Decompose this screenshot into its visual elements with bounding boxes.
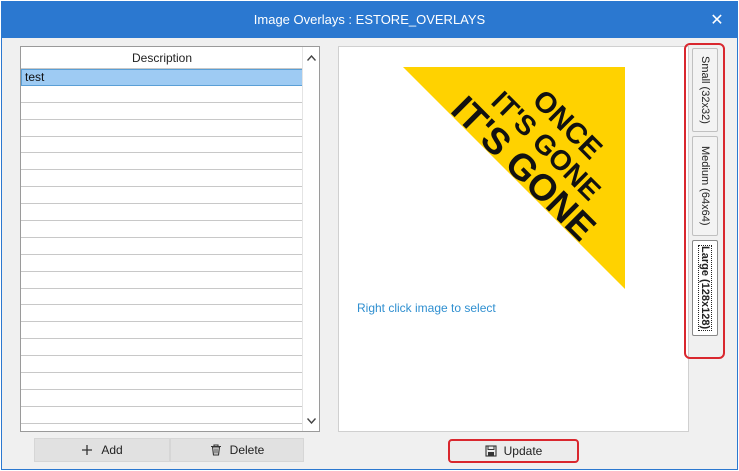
list-item[interactable] — [21, 305, 303, 323]
list-item[interactable] — [21, 170, 303, 188]
overlay-image[interactable]: ONCE IT'S GONE IT'S GONE — [403, 67, 625, 289]
trash-icon — [210, 444, 221, 456]
list-item[interactable] — [21, 187, 303, 205]
tab-large-label: Large (128x128) — [698, 245, 712, 331]
add-button-label: Add — [101, 443, 123, 457]
column-header-description[interactable]: Description — [21, 47, 303, 69]
list-item[interactable] — [21, 339, 303, 357]
list-item[interactable] — [21, 238, 303, 255]
scroll-down-button[interactable] — [303, 412, 319, 429]
window-title: Image Overlays : ESTORE_OVERLAYS — [253, 12, 486, 27]
scroll-up-button[interactable] — [303, 49, 319, 66]
list-item[interactable] — [21, 272, 303, 289]
select-image-hint: Right click image to select — [357, 301, 496, 315]
list-item[interactable] — [21, 153, 303, 171]
list-item[interactable] — [21, 390, 303, 407]
image-overlays-window: Image Overlays : ESTORE_OVERLAYS ✕ Descr… — [1, 1, 738, 470]
list-item[interactable] — [21, 322, 303, 340]
list-item[interactable] — [21, 103, 303, 120]
update-button-label: Update — [503, 444, 543, 458]
description-list[interactable]: Description test — [20, 46, 320, 432]
list-item[interactable] — [21, 120, 303, 137]
plus-icon — [82, 445, 93, 455]
list-item[interactable] — [21, 255, 303, 272]
vertical-scrollbar[interactable] — [302, 47, 319, 431]
tab-medium-label: Medium (64x64) — [699, 146, 711, 226]
list-item[interactable] — [21, 137, 303, 154]
close-icon: ✕ — [710, 12, 724, 29]
delete-button[interactable]: Delete — [170, 438, 304, 462]
list-item[interactable] — [21, 356, 303, 374]
add-button[interactable]: Add — [34, 438, 170, 462]
update-button[interactable]: Update — [448, 439, 579, 463]
close-button[interactable]: ✕ — [697, 2, 737, 38]
list-item[interactable] — [21, 221, 303, 238]
delete-button-label: Delete — [229, 443, 265, 457]
tab-small[interactable]: Small (32x32) — [692, 48, 718, 132]
save-icon — [485, 445, 497, 457]
list-item[interactable] — [21, 204, 303, 222]
chevron-up-icon — [307, 54, 316, 61]
list-rows: test — [21, 69, 303, 424]
image-preview-panel[interactable]: ONCE IT'S GONE IT'S GONE Right click ima… — [338, 46, 689, 432]
tab-large[interactable]: Large (128x128) — [692, 240, 718, 336]
list-item[interactable] — [21, 289, 303, 306]
title-bar[interactable]: Image Overlays : ESTORE_OVERLAYS ✕ — [2, 2, 737, 38]
tab-small-label: Small (32x32) — [699, 56, 711, 124]
tab-medium[interactable]: Medium (64x64) — [692, 136, 718, 236]
chevron-down-icon — [307, 417, 316, 424]
list-item[interactable]: test — [21, 69, 303, 86]
list-item[interactable] — [21, 373, 303, 390]
list-item[interactable] — [21, 86, 303, 103]
list-item[interactable] — [21, 407, 303, 424]
